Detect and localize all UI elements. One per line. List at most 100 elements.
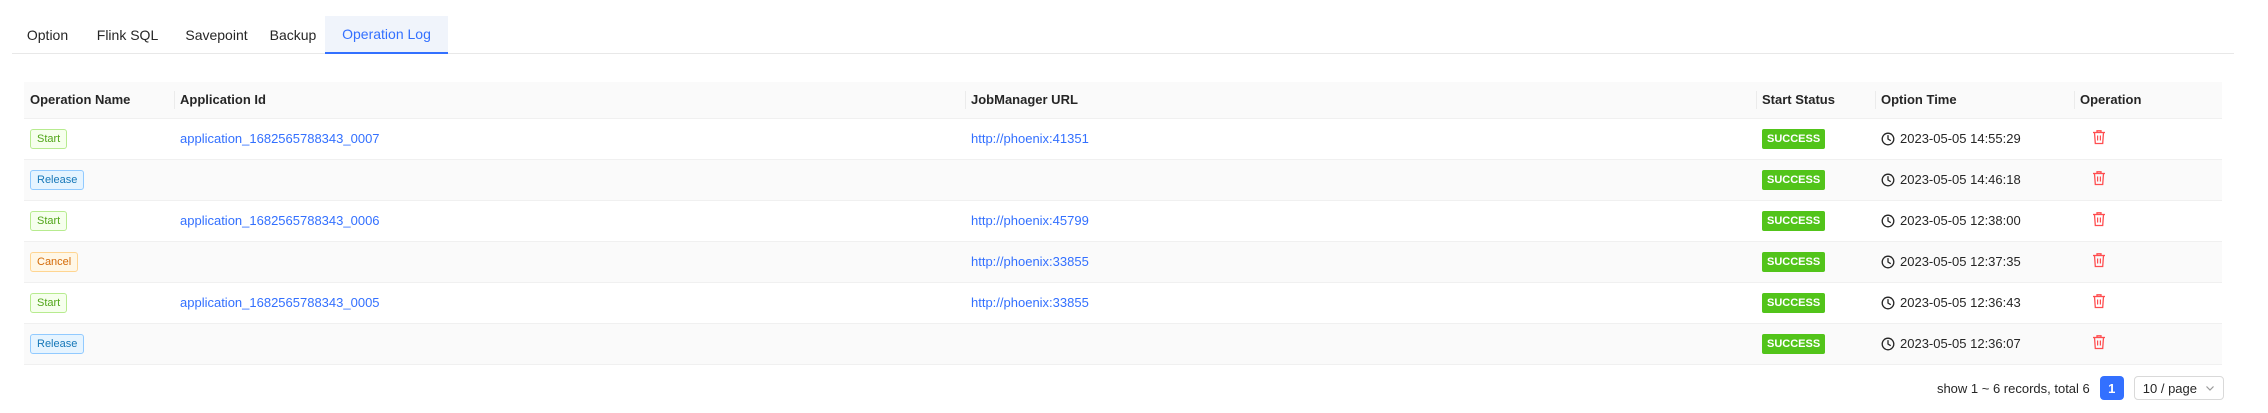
column-header-start-status: Start Status xyxy=(1756,82,1875,119)
page-size-select[interactable]: 10 / page xyxy=(2133,376,2224,400)
table-row: Release SUCCESS 2023-05-05 12:36:07 xyxy=(24,323,2222,364)
operation-tag: Cancel xyxy=(30,251,79,272)
table-row: Start application_1682565788343_0007 http:… xyxy=(24,118,2222,159)
jobmanager-url-link[interactable]: http://phoenix:33855 xyxy=(971,295,1089,310)
operation-tag: Start xyxy=(30,292,68,313)
option-time: 2023-05-05 14:55:29 xyxy=(1881,131,2068,146)
pagination-summary: show 1 ~ 6 records, total 6 xyxy=(1936,380,2090,396)
option-time-cell: 2023-05-05 12:36:07 xyxy=(1875,323,2074,364)
jobmanager-url-cell: http://phoenix:41351 xyxy=(965,118,1756,159)
option-time: 2023-05-05 12:37:35 xyxy=(1881,254,2068,269)
column-header-option-time: Option Time xyxy=(1875,82,2074,119)
status-badge: SUCCESS xyxy=(1762,251,1826,272)
delete-icon[interactable] xyxy=(2092,293,2106,309)
start-status-cell: SUCCESS xyxy=(1756,159,1875,200)
application-id-link[interactable]: application_1682565788343_0005 xyxy=(180,295,380,310)
operation-tag: Start xyxy=(30,210,68,231)
operation-cell xyxy=(2074,200,2222,241)
table-row: Start application_1682565788343_0006 http:… xyxy=(24,200,2222,241)
operation-name-cell: Release xyxy=(24,323,174,364)
table-row: Cancel http://phoenix:33855 SUCCESS 2023-05… xyxy=(24,241,2222,282)
jobmanager-url-link[interactable]: http://phoenix:45799 xyxy=(971,213,1089,228)
jobmanager-url-cell: http://phoenix:33855 xyxy=(965,282,1756,323)
operation-cell xyxy=(2074,241,2222,282)
operation-name-cell: Start xyxy=(24,282,174,323)
start-status-cell: SUCCESS xyxy=(1756,323,1875,364)
option-time: 2023-05-05 12:36:07 xyxy=(1881,336,2068,351)
jobmanager-url-cell: http://phoenix:33855 xyxy=(965,241,1756,282)
option-time-value: 2023-05-05 12:38:00 xyxy=(1900,213,2021,228)
application-id-cell: application_1682565788343_0007 xyxy=(174,118,965,159)
option-time-cell: 2023-05-05 14:46:18 xyxy=(1875,159,2074,200)
delete-icon[interactable] xyxy=(2092,129,2106,145)
table-header-row: Operation Name Application Id JobManager… xyxy=(24,82,2222,119)
tab-operation-log[interactable]: Operation Log xyxy=(325,16,448,54)
application-id-cell: application_1682565788343_0005 xyxy=(174,282,965,323)
page-size-value: 10 / page xyxy=(2142,380,2197,396)
operation-name-cell: Cancel xyxy=(24,241,174,282)
option-time-value: 2023-05-05 12:37:35 xyxy=(1900,254,2021,269)
option-time-cell: 2023-05-05 14:55:29 xyxy=(1875,118,2074,159)
status-badge: SUCCESS xyxy=(1762,128,1826,149)
status-badge: SUCCESS xyxy=(1762,292,1826,313)
start-status-cell: SUCCESS xyxy=(1756,241,1875,282)
jobmanager-url-link[interactable]: http://phoenix:33855 xyxy=(971,254,1089,269)
application-id-link[interactable]: application_1682565788343_0007 xyxy=(180,131,380,146)
jobmanager-url-cell xyxy=(965,159,1756,200)
option-time: 2023-05-05 12:36:43 xyxy=(1881,295,2068,310)
jobmanager-url-cell xyxy=(965,323,1756,364)
status-badge: SUCCESS xyxy=(1762,169,1826,190)
status-badge: SUCCESS xyxy=(1762,333,1826,354)
operation-log-page: Option Flink SQL Savepoint Backup Operation … xyxy=(0,0,2268,413)
tab-bar: Option Flink SQL Savepoint Backup Operation … xyxy=(12,16,2234,54)
table-row: Release SUCCESS 2023-05-05 14:46:18 xyxy=(24,159,2222,200)
option-time-cell: 2023-05-05 12:36:43 xyxy=(1875,282,2074,323)
option-time-cell: 2023-05-05 12:38:00 xyxy=(1875,200,2074,241)
tab-backup[interactable]: Backup xyxy=(261,16,325,53)
operation-name-cell: Release xyxy=(24,159,174,200)
application-id-cell xyxy=(174,159,965,200)
option-time-value: 2023-05-05 14:46:18 xyxy=(1900,172,2021,187)
jobmanager-url-cell: http://phoenix:45799 xyxy=(965,200,1756,241)
operation-log-table: Operation Name Application Id JobManager… xyxy=(24,82,2222,365)
operation-tag: Start xyxy=(30,128,68,149)
chevron-down-icon xyxy=(2206,386,2214,391)
application-id-link[interactable]: application_1682565788343_0006 xyxy=(180,213,380,228)
option-time-value: 2023-05-05 14:55:29 xyxy=(1900,131,2021,146)
delete-icon[interactable] xyxy=(2092,211,2106,227)
page-button-current[interactable]: 1 xyxy=(2099,376,2124,400)
column-header-jobmanager-url: JobManager URL xyxy=(965,82,1756,119)
operation-cell xyxy=(2074,323,2222,364)
option-time: 2023-05-05 14:46:18 xyxy=(1881,172,2068,187)
option-time-value: 2023-05-05 12:36:43 xyxy=(1900,295,2021,310)
operation-cell xyxy=(2074,118,2222,159)
operation-name-cell: Start xyxy=(24,200,174,241)
application-id-cell xyxy=(174,323,965,364)
operation-tag: Release xyxy=(30,333,85,354)
tab-flink-sql[interactable]: Flink SQL xyxy=(83,16,172,53)
operation-tag: Release xyxy=(30,169,85,190)
tab-option[interactable]: Option xyxy=(12,16,83,53)
operation-cell xyxy=(2074,159,2222,200)
table-row: Start application_1682565788343_0005 http:… xyxy=(24,282,2222,323)
column-header-application-id: Application Id xyxy=(174,82,965,119)
clock-icon xyxy=(1881,337,1895,350)
delete-icon[interactable] xyxy=(2092,170,2106,186)
application-id-cell xyxy=(174,241,965,282)
start-status-cell: SUCCESS xyxy=(1756,118,1875,159)
column-header-operation: Operation xyxy=(2074,82,2222,119)
jobmanager-url-link[interactable]: http://phoenix:41351 xyxy=(971,131,1089,146)
delete-icon[interactable] xyxy=(2092,334,2106,350)
delete-icon[interactable] xyxy=(2092,252,2106,268)
tab-savepoint[interactable]: Savepoint xyxy=(172,16,261,53)
operation-cell xyxy=(2074,282,2222,323)
operation-name-cell: Start xyxy=(24,118,174,159)
option-time-value: 2023-05-05 12:36:07 xyxy=(1900,336,2021,351)
clock-icon xyxy=(1881,214,1895,227)
start-status-cell: SUCCESS xyxy=(1756,282,1875,323)
column-header-operation-name: Operation Name xyxy=(24,82,174,119)
clock-icon xyxy=(1881,173,1895,186)
clock-icon xyxy=(1881,255,1895,268)
option-time-cell: 2023-05-05 12:37:35 xyxy=(1875,241,2074,282)
clock-icon xyxy=(1881,296,1895,309)
